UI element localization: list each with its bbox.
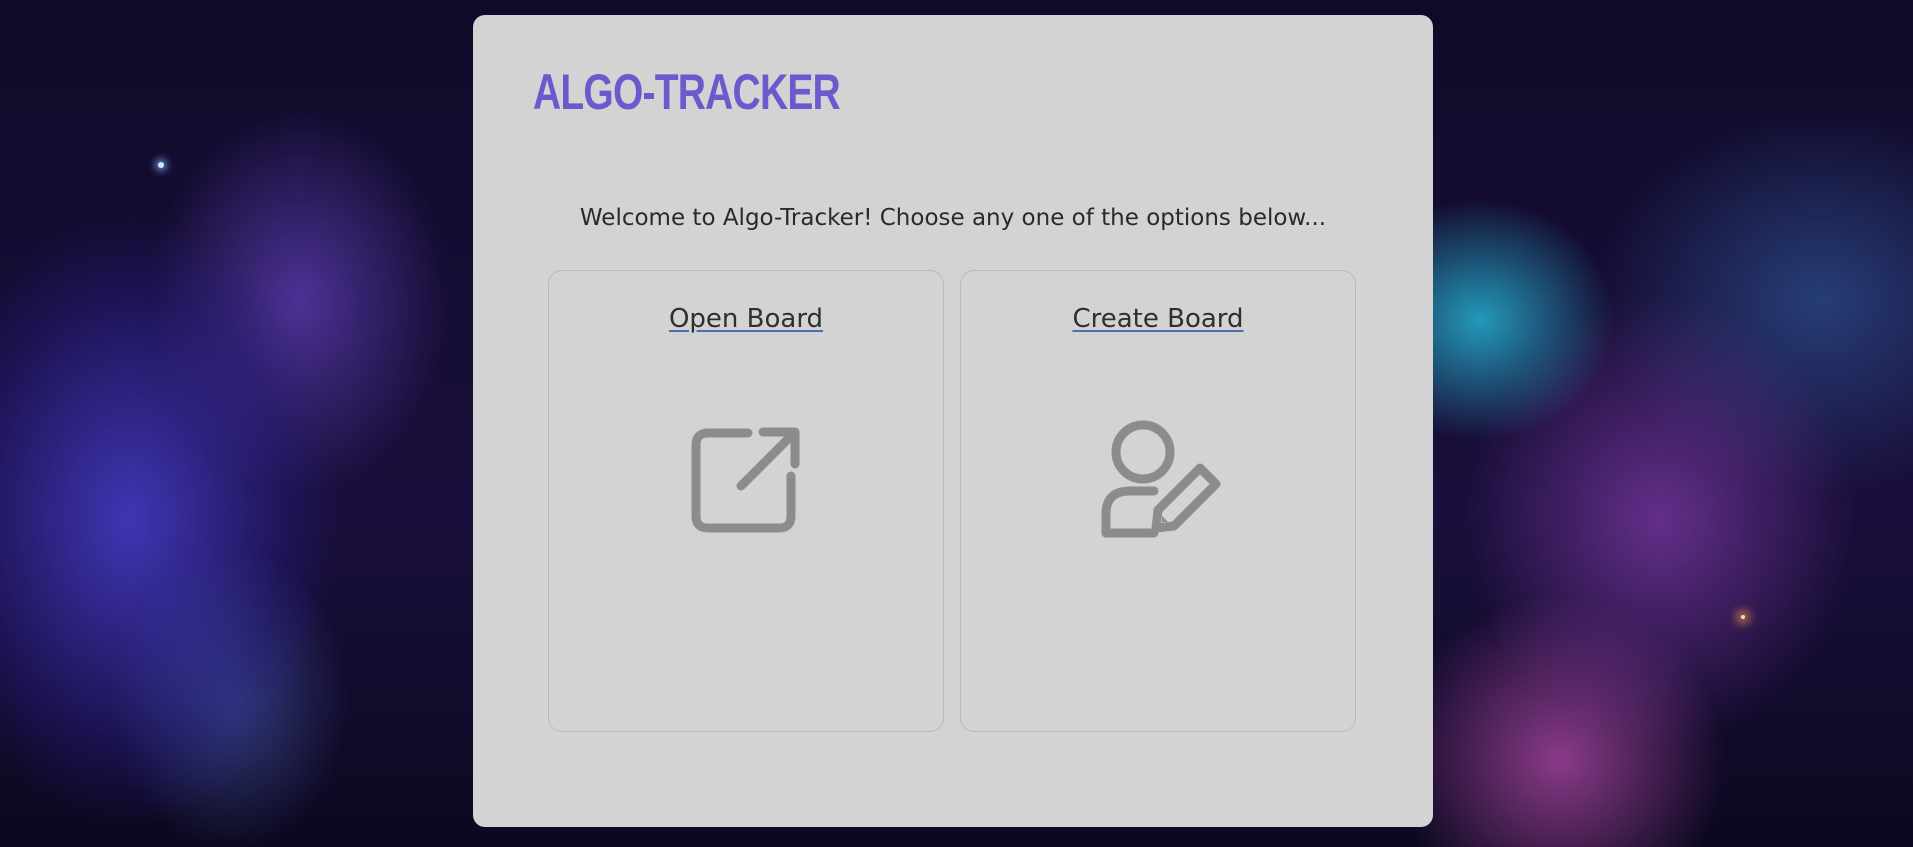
create-board-link[interactable]: Create Board [961,304,1355,334]
background-star [1741,615,1745,619]
external-link-icon[interactable] [676,406,816,546]
app-title: ALGO-TRACKER [533,64,841,120]
open-board-link[interactable]: Open Board [549,304,943,334]
main-panel: ALGO-TRACKER Welcome to Algo-Tracker! Ch… [473,15,1433,827]
user-edit-icon[interactable] [1088,406,1228,546]
create-board-card[interactable]: Create Board [960,270,1356,732]
welcome-message: Welcome to Algo-Tracker! Choose any one … [579,205,1327,231]
background-star [158,162,164,168]
open-board-card[interactable]: Open Board [548,270,944,732]
